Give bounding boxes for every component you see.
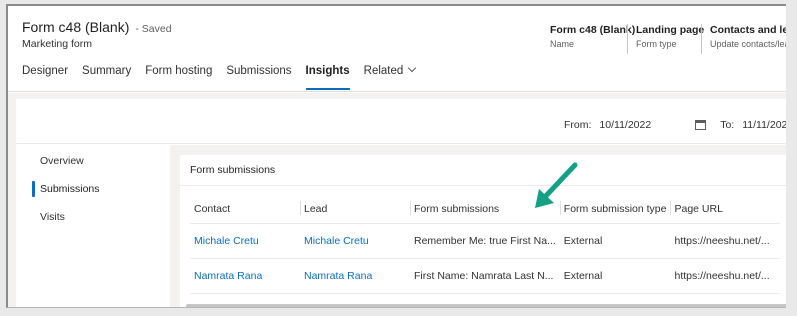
submission-type-cell: External xyxy=(559,258,671,294)
tab-summary[interactable]: Summary xyxy=(75,64,138,90)
horizontal-scrollbar[interactable] xyxy=(186,304,786,307)
divider xyxy=(16,143,786,144)
column-header-form-submissions[interactable]: Form submissions xyxy=(410,201,560,224)
nav-submissions[interactable]: Submissions xyxy=(30,175,160,203)
submission-cell: First Name: Namrata Last N... xyxy=(410,258,560,294)
from-label: From: xyxy=(564,119,592,131)
tab-related-label: Related xyxy=(363,65,404,77)
contact-link[interactable]: Namrata Rana xyxy=(190,258,300,294)
page-url-cell: https://neeshu.net/... xyxy=(670,223,781,259)
tab-bar: Designer Summary Form hosting Submission… xyxy=(22,63,423,90)
tab-designer[interactable]: Designer xyxy=(22,64,75,90)
app-window: Form c48 (Blank) - Saved Marketing form … xyxy=(6,4,786,308)
column-header-contact[interactable]: Contact xyxy=(190,201,300,224)
submission-type-cell: External xyxy=(559,223,671,259)
page-url-cell: https://neeshu.net/... xyxy=(670,258,781,294)
from-date-input[interactable]: 10/11/2022 xyxy=(599,119,651,131)
insights-sidenav: Overview Submissions Visits xyxy=(30,145,160,231)
column-header-submission-type[interactable]: Form submission type xyxy=(559,201,671,224)
submissions-panel: Form submissions Contact Lead Form submi… xyxy=(170,145,786,307)
divider xyxy=(180,185,786,186)
tab-submissions[interactable]: Submissions xyxy=(219,64,298,90)
header-field-update: Contacts and leads Update contacts/leads xyxy=(701,24,786,54)
nav-overview[interactable]: Overview xyxy=(30,147,160,175)
table-row[interactable]: Michale Cretu Michale Cretu Remember Me:… xyxy=(190,223,781,259)
contact-link[interactable]: Michale Cretu xyxy=(190,223,300,259)
save-status: - Saved xyxy=(135,23,172,35)
to-date-input[interactable]: 11/11/2022 xyxy=(742,119,786,131)
date-filter: From: 10/11/2022 To: 11/11/2022 xyxy=(564,119,786,131)
submissions-table: Contact Lead Form submissions Form submi… xyxy=(190,201,781,294)
form-header: Form c48 (Blank) - Saved Marketing form … xyxy=(8,6,786,92)
table-row[interactable]: Namrata Rana Namrata Rana First Name: Na… xyxy=(190,258,781,294)
lead-link[interactable]: Namrata Rana xyxy=(300,258,410,294)
tab-related[interactable]: Related xyxy=(357,63,423,90)
header-field-form-type: Landing page Form type xyxy=(627,24,712,54)
entity-subtitle: Marketing form xyxy=(22,38,93,50)
tab-form-hosting[interactable]: Form hosting xyxy=(138,64,219,90)
page-title: Form c48 (Blank) xyxy=(22,19,130,35)
column-header-lead[interactable]: Lead xyxy=(300,201,410,224)
submission-cell: Remember Me: true First Na... xyxy=(410,223,560,259)
column-header-page-url[interactable]: Page URL xyxy=(670,201,781,224)
nav-visits[interactable]: Visits xyxy=(30,203,160,231)
chevron-down-icon xyxy=(408,63,417,73)
insights-card: From: 10/11/2022 To: 11/11/2022 Overview… xyxy=(16,99,786,307)
tab-insights[interactable]: Insights xyxy=(299,64,357,90)
calendar-icon[interactable] xyxy=(695,120,707,130)
panel-title: Form submissions xyxy=(190,164,276,176)
content-area: From: 10/11/2022 To: 11/11/2022 Overview… xyxy=(8,93,786,307)
table-header-row: Contact Lead Form submissions Form submi… xyxy=(190,201,781,224)
lead-link[interactable]: Michale Cretu xyxy=(300,223,410,259)
to-label: To: xyxy=(720,119,735,131)
